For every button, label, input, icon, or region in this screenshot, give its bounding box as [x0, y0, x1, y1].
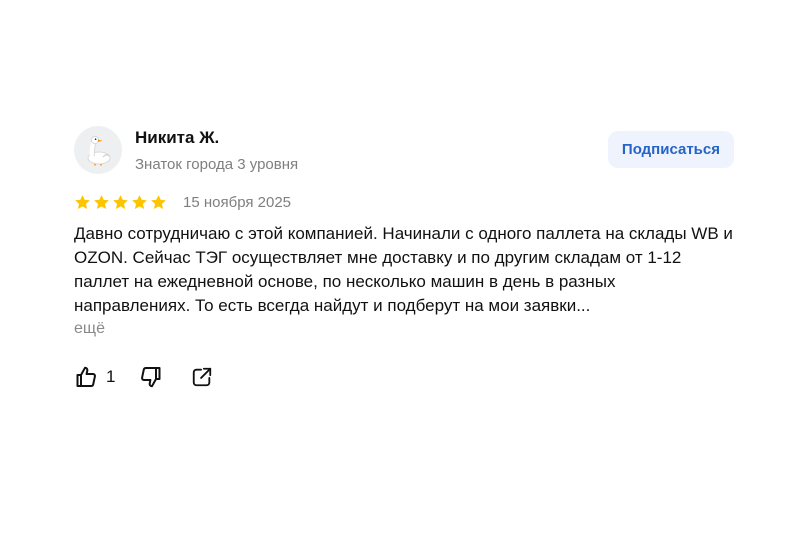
thumbs-down-icon [141, 367, 161, 388]
star-icon [75, 194, 90, 209]
like-button[interactable]: 1 [74, 365, 115, 389]
author-name[interactable]: Никита Ж. [135, 128, 298, 148]
share-button[interactable] [191, 366, 213, 388]
thumbs-up-icon [76, 366, 96, 387]
review-header: Никита Ж. Знаток города 3 уровня Подписа… [74, 124, 734, 176]
star-icon [113, 194, 128, 209]
star-icon [94, 194, 109, 209]
star-icon [132, 194, 147, 209]
review-text: Давно сотрудничаю с этой компанией. Начи… [74, 222, 734, 340]
avatar[interactable] [74, 126, 122, 174]
rating-stars [74, 194, 167, 211]
star-icon [151, 194, 166, 209]
like-count: 1 [106, 367, 116, 386]
review-meta: 15 ноября 2025 [74, 192, 734, 212]
review-actions: 1 [74, 362, 734, 392]
author-info: Никита Ж. Знаток города 3 уровня [135, 124, 298, 175]
review-body: Давно сотрудничаю с этой компанией. Начи… [74, 224, 733, 315]
review-card: Никита Ж. Знаток города 3 уровня Подписа… [74, 124, 734, 392]
author-level: Знаток города 3 уровня [135, 156, 299, 173]
subscribe-button[interactable]: Подписаться [607, 131, 734, 168]
share-icon [193, 367, 212, 387]
review-date: 15 ноября 2025 [183, 193, 292, 211]
more-link[interactable]: ещё [74, 318, 734, 340]
goose-avatar-icon [87, 135, 111, 166]
dislike-button[interactable] [139, 365, 163, 389]
